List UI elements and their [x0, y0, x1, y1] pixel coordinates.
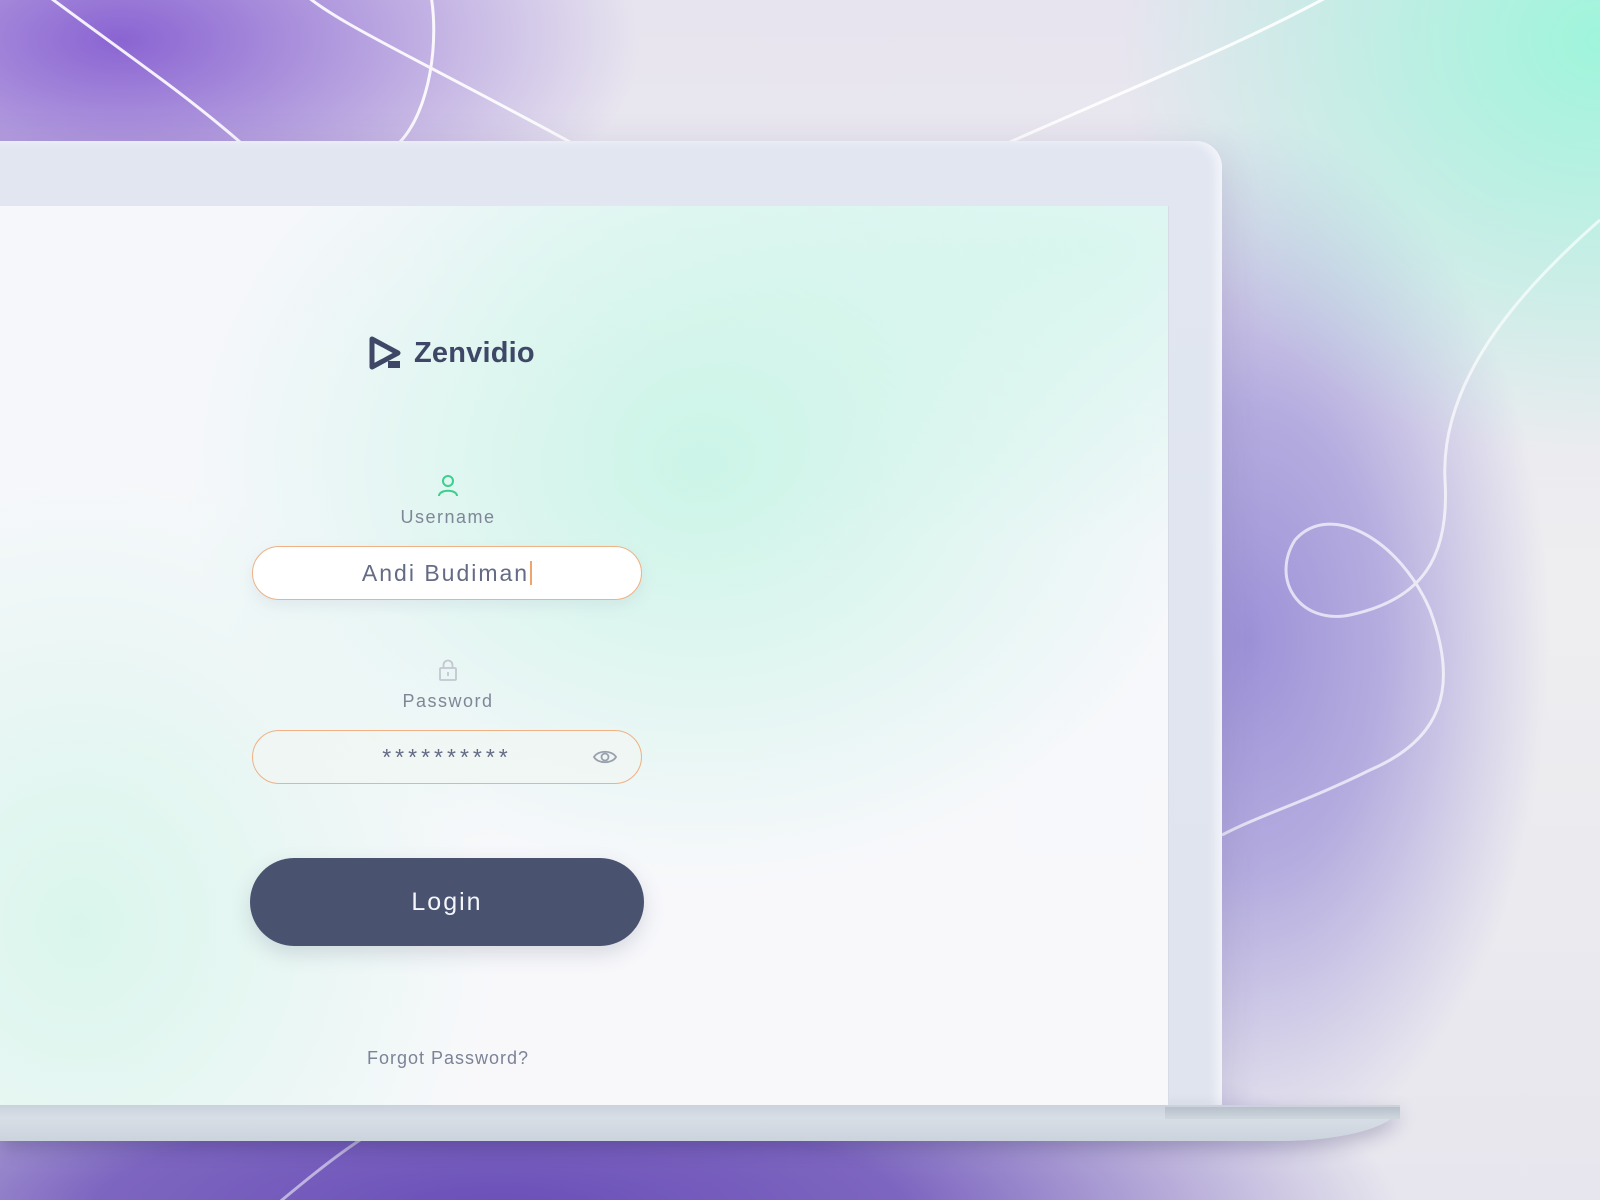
user-icon	[438, 475, 458, 497]
brand-name: Zenvidio	[414, 336, 535, 369]
laptop-base-lip	[1165, 1107, 1400, 1119]
password-label: Password	[402, 691, 494, 711]
eye-icon[interactable]	[593, 746, 617, 768]
password-input[interactable]: **********	[252, 730, 642, 784]
forgot-password-link[interactable]: Forgot Password?	[252, 1048, 644, 1069]
text-caret	[530, 560, 533, 585]
play-triangle-logo-icon	[369, 336, 401, 370]
username-label: Username	[400, 507, 496, 527]
login-screen: Zenvidio Username Andi Budiman Password …	[0, 206, 1169, 1105]
login-button[interactable]: Login	[250, 858, 644, 946]
lock-icon	[439, 659, 457, 681]
username-input[interactable]: Andi Budiman	[252, 546, 642, 600]
brand-header: Zenvidio	[368, 336, 535, 370]
password-value: **********	[382, 744, 512, 770]
username-input-value-wrap: Andi Budiman	[253, 547, 641, 599]
username-value: Andi Budiman	[361, 560, 530, 586]
